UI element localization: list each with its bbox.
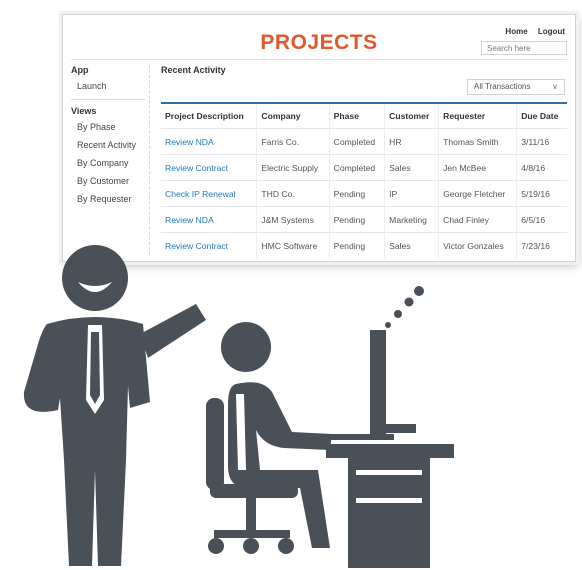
presenter-tie-inner xyxy=(90,332,100,404)
presenter-body xyxy=(23,317,150,566)
app-screen: PROJECTS Home Logout App Launch Views By… xyxy=(62,14,576,262)
presenter-smile xyxy=(78,282,112,292)
thought-dots xyxy=(385,286,424,328)
company-cell: HMC Software xyxy=(256,232,330,258)
due-date-cell: 5/19/16 xyxy=(516,180,567,207)
table-row[interactable]: Review NDA J&M Systems Pending Marketing… xyxy=(161,206,567,233)
table-row[interactable]: Review Contract Electric Supply Complete… xyxy=(161,154,567,181)
customer-cell: Sales xyxy=(384,154,439,181)
sidebar-item-by-customer[interactable]: By Customer xyxy=(77,176,149,186)
monitor xyxy=(370,330,386,434)
circle xyxy=(414,286,424,296)
search-input[interactable] xyxy=(481,41,567,55)
circle xyxy=(404,297,414,307)
chair-wheel xyxy=(243,538,259,554)
column-header-project-description[interactable]: Project Description xyxy=(161,103,257,129)
sidebar-divider xyxy=(71,99,145,100)
desk-top xyxy=(326,444,454,458)
requester-cell: Victor Gonzales xyxy=(438,232,517,258)
chair-wheel xyxy=(278,538,294,554)
requester-cell: Chad Finley xyxy=(438,206,517,233)
chair-post xyxy=(246,498,256,534)
requester-cell: George Fletcher xyxy=(438,180,517,207)
project-link[interactable]: Review NDA xyxy=(161,206,257,233)
sidebar-item-launch[interactable]: Launch xyxy=(77,81,149,91)
column-header-due-date[interactable]: Due Date xyxy=(516,103,567,129)
filter-value: All Transactions xyxy=(474,82,531,91)
transactions-filter[interactable]: All Transactions ∨ xyxy=(467,79,565,95)
sidebar-heading-views: Views xyxy=(71,106,97,116)
header-divider xyxy=(71,59,567,60)
top-links: Home Logout xyxy=(497,27,565,36)
office-chair xyxy=(206,398,298,554)
chevron-down-icon: ∨ xyxy=(552,82,558,91)
project-link[interactable]: Check IP Renewal xyxy=(161,180,257,207)
presenter-tie xyxy=(86,325,104,414)
column-header-company[interactable]: Company xyxy=(256,103,330,129)
sidebar-item-recent-activity[interactable]: Recent Activity xyxy=(77,140,149,150)
section-title: Recent Activity xyxy=(161,65,226,75)
projects-table: Project Description Company Phase Custom… xyxy=(161,102,567,258)
worker-outline xyxy=(236,394,246,470)
due-date-cell: 4/8/16 xyxy=(516,154,567,181)
phase-cell: Completed xyxy=(328,128,385,155)
monitor-stand xyxy=(372,424,416,433)
circle xyxy=(385,322,391,328)
sidebar: App Launch Views By Phase Recent Activit… xyxy=(71,65,150,255)
sidebar-item-by-phase[interactable]: By Phase xyxy=(77,122,149,132)
column-header-phase[interactable]: Phase xyxy=(328,103,385,129)
worker-head xyxy=(221,322,271,372)
customer-cell: HR xyxy=(384,128,439,155)
due-date-cell: 3/11/16 xyxy=(516,128,567,155)
presenter-raised-arm xyxy=(140,304,206,358)
company-cell: Farris Co. xyxy=(256,128,330,155)
app-window: PROJECTS Home Logout App Launch Views By… xyxy=(71,21,567,258)
company-cell: J&M Systems xyxy=(256,206,330,233)
customer-cell: Sales xyxy=(384,232,439,258)
drawer-line xyxy=(356,498,422,503)
main-content: Recent Activity All Transactions ∨ Proje… xyxy=(161,65,567,258)
phase-cell: Pending xyxy=(328,180,385,207)
due-date-cell: 7/23/16 xyxy=(516,232,567,258)
desk-drawers xyxy=(348,458,430,568)
drawer-line xyxy=(356,470,422,475)
project-link[interactable]: Review NDA xyxy=(161,128,257,155)
table-header-row: Project Description Company Phase Custom… xyxy=(161,103,567,129)
customer-cell: IP xyxy=(384,180,439,207)
project-link[interactable]: Review Contract xyxy=(161,232,257,258)
sidebar-item-by-requester[interactable]: By Requester xyxy=(77,194,149,204)
project-link[interactable]: Review Contract xyxy=(161,154,257,181)
presenter-figure xyxy=(23,245,206,566)
chair-base xyxy=(214,530,290,538)
desk-workstation xyxy=(316,330,454,568)
keyboard xyxy=(316,434,394,440)
phase-cell: Pending xyxy=(328,206,385,233)
logout-link[interactable]: Logout xyxy=(538,27,565,36)
due-date-cell: 6/5/16 xyxy=(516,206,567,233)
phase-cell: Completed xyxy=(328,154,385,181)
chair-seat xyxy=(210,484,298,498)
sidebar-item-by-company[interactable]: By Company xyxy=(77,158,149,168)
circle xyxy=(394,310,402,318)
table-row[interactable]: Review NDA Farris Co. Completed HR Thoma… xyxy=(161,128,567,155)
worker-body xyxy=(228,382,332,548)
chair-back xyxy=(206,398,224,490)
column-header-customer[interactable]: Customer xyxy=(384,103,439,129)
seated-worker xyxy=(221,322,332,548)
column-header-requester[interactable]: Requester xyxy=(438,103,517,129)
sidebar-heading-app: App xyxy=(71,65,89,75)
company-cell: THD Co. xyxy=(256,180,330,207)
customer-cell: Marketing xyxy=(384,206,439,233)
requester-cell: Jen McBee xyxy=(438,154,517,181)
phase-cell: Pending xyxy=(328,232,385,258)
chair-wheel xyxy=(208,538,224,554)
requester-cell: Thomas Smith xyxy=(438,128,517,155)
table-row[interactable]: Check IP Renewal THD Co. Pending IP Geor… xyxy=(161,180,567,207)
home-link[interactable]: Home xyxy=(505,27,527,36)
table-row[interactable]: Review Contract HMC Software Pending Sal… xyxy=(161,232,567,258)
company-cell: Electric Supply xyxy=(256,154,330,181)
